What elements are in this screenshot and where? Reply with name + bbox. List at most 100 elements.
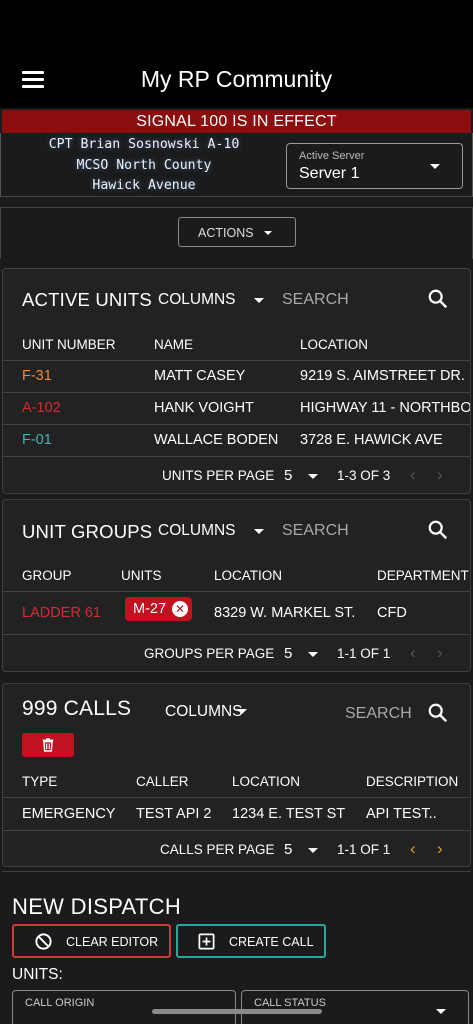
- chevron-down-icon: [430, 164, 440, 169]
- active-server-select[interactable]: Active Server Server 1: [286, 143, 463, 189]
- active-units-columns-button[interactable]: COLUMNS: [158, 291, 236, 309]
- chevron-down-icon: [436, 1009, 446, 1014]
- create-call-button[interactable]: CREATE CALL: [176, 924, 326, 958]
- officer-location: Hawick Avenue: [92, 178, 196, 194]
- unit-groups-columns-button[interactable]: COLUMNS: [158, 522, 236, 540]
- create-call-label: CREATE CALL: [229, 935, 314, 949]
- group-name: LADDER 61: [22, 605, 101, 621]
- chevron-down-icon: [308, 474, 318, 479]
- units-label: UNITS:: [12, 966, 63, 983]
- calls-per-page-select[interactable]: 5: [284, 841, 292, 858]
- call-origin-label: CALL ORIGIN: [25, 997, 95, 1009]
- column-header-location[interactable]: LOCATION: [232, 774, 300, 789]
- unit-location: HIGHWAY 11 - NORTHBO: [300, 400, 471, 416]
- next-page-icon[interactable]: ›: [437, 643, 443, 663]
- active-server-label: Active Server: [299, 150, 365, 162]
- actions-bar: ACTIONS: [0, 207, 473, 259]
- unit-name: WALLACE BODEN: [154, 432, 279, 448]
- call-origin-select[interactable]: CALL ORIGIN: [12, 990, 236, 1024]
- divider: [3, 456, 470, 457]
- unit-groups-search-input[interactable]: SEARCH: [282, 522, 349, 540]
- status-bar: [0, 0, 473, 50]
- search-icon[interactable]: [427, 702, 449, 724]
- table-row[interactable]: EMERGENCY TEST API 2 1234 E. TEST ST API…: [3, 798, 470, 830]
- call-description: API TEST..: [366, 806, 437, 822]
- app-title: My RP Community: [140, 66, 333, 92]
- unit-number: A-102: [22, 400, 61, 416]
- unit-name: MATT CASEY: [154, 368, 246, 384]
- 999-calls-card: 999 CALLS COLUMNS SEARCH TYPE CALLER LOC…: [2, 683, 471, 867]
- new-dispatch-section: NEW DISPATCH CLEAR EDITOR CREATE CALL UN…: [2, 871, 471, 1024]
- group-location: 8329 W. MARKEL ST.: [214, 605, 356, 621]
- divider: [3, 830, 470, 831]
- groups-per-page-label: GROUPS PER PAGE: [144, 646, 275, 661]
- divider: [3, 634, 470, 635]
- actions-label: ACTIONS: [198, 226, 254, 240]
- unit-location: 9219 S. AIMSTREET DR.: [300, 368, 465, 384]
- table-row[interactable]: F-31 MATT CASEY 9219 S. AIMSTREET DR.: [3, 361, 470, 392]
- chevron-down-icon: [308, 848, 318, 853]
- officer-identity: CPT Brian Sosnowski A-10 MCSO North Coun…: [29, 135, 259, 197]
- search-icon[interactable]: [427, 288, 449, 310]
- column-header-units[interactable]: UNITS: [121, 568, 162, 583]
- table-row[interactable]: LADDER 61 M-27 ✕ 8329 W. MARKEL ST. CFD: [3, 592, 470, 634]
- unit-location: 3728 E. HAWICK AVE: [300, 432, 443, 448]
- chevron-down-icon: [254, 298, 264, 303]
- unit-number: F-31: [22, 368, 52, 384]
- unit-number: F-01: [22, 432, 52, 448]
- column-header-type[interactable]: TYPE: [22, 774, 57, 789]
- 999-calls-search-input[interactable]: SEARCH: [345, 705, 412, 723]
- table-row[interactable]: A-102 HANK VOIGHT HIGHWAY 11 - NORTHBO: [3, 393, 471, 424]
- call-caller: TEST API 2: [136, 806, 212, 822]
- block-icon: [35, 933, 52, 950]
- column-header-name[interactable]: NAME: [154, 337, 193, 352]
- next-page-icon[interactable]: ›: [437, 465, 443, 485]
- calls-per-page-label: CALLS PER PAGE: [160, 842, 275, 857]
- call-type: EMERGENCY: [22, 806, 116, 822]
- group-department: CFD: [377, 605, 407, 621]
- app-bar: My RP Community: [0, 50, 473, 108]
- prev-page-icon[interactable]: ‹: [410, 465, 416, 485]
- column-header-department[interactable]: DEPARTMENT: [377, 568, 469, 583]
- column-header-unit-number[interactable]: UNIT NUMBER: [22, 337, 116, 352]
- 999-calls-title: 999 CALLS: [22, 697, 132, 720]
- column-header-caller[interactable]: CALLER: [136, 774, 189, 789]
- column-header-description[interactable]: DESCRIPTION: [366, 774, 458, 789]
- chevron-down-icon: [264, 231, 272, 235]
- active-units-title: ACTIVE UNITS: [22, 289, 152, 310]
- unit-name: HANK VOIGHT: [154, 400, 254, 416]
- unit-chip-label: M-27: [133, 601, 167, 617]
- officer-info-panel: CPT Brian Sosnowski A-10 MCSO North Coun…: [0, 133, 473, 197]
- unit-groups-card: UNIT GROUPS COLUMNS SEARCH GROUP UNITS L…: [2, 499, 471, 672]
- actions-button[interactable]: ACTIONS: [178, 217, 296, 247]
- clear-editor-button[interactable]: CLEAR EDITOR: [12, 924, 171, 958]
- search-icon[interactable]: [427, 519, 449, 541]
- unit-groups-title: UNIT GROUPS: [22, 521, 153, 542]
- unit-chip[interactable]: M-27 ✕: [125, 597, 192, 621]
- prev-page-icon[interactable]: ‹: [410, 643, 416, 663]
- chevron-down-icon: [308, 652, 318, 657]
- groups-per-page-select[interactable]: 5: [284, 645, 292, 662]
- active-server-value: Server 1: [299, 165, 360, 182]
- units-per-page-select[interactable]: 5: [284, 467, 292, 484]
- add-box-icon: [198, 933, 215, 950]
- officer-name: CPT Brian Sosnowski A-10: [48, 137, 240, 152]
- column-header-location[interactable]: LOCATION: [300, 337, 368, 352]
- next-page-icon[interactable]: ›: [437, 839, 443, 859]
- chevron-down-icon: [237, 709, 247, 714]
- 999-calls-columns-button[interactable]: COLUMNS: [165, 703, 243, 721]
- table-row[interactable]: F-01 WALLACE BODEN 3728 E. HAWICK AVE: [3, 425, 470, 456]
- active-units-card: ACTIVE UNITS COLUMNS SEARCH UNIT NUMBER …: [2, 268, 471, 494]
- remove-chip-icon[interactable]: ✕: [172, 601, 188, 617]
- call-status-label: CALL STATUS: [254, 997, 326, 1009]
- delete-calls-button[interactable]: [22, 733, 74, 757]
- officer-department: MCSO North County: [76, 157, 212, 173]
- calls-page-range: 1-1 OF 1: [337, 842, 391, 857]
- active-units-search-input[interactable]: SEARCH: [282, 291, 349, 309]
- prev-page-icon[interactable]: ‹: [410, 839, 416, 859]
- call-status-select[interactable]: CALL STATUS: [241, 990, 469, 1024]
- units-per-page-label: UNITS PER PAGE: [162, 468, 275, 483]
- column-header-group[interactable]: GROUP: [22, 568, 72, 583]
- column-header-location[interactable]: LOCATION: [214, 568, 282, 583]
- signal-banner: SIGNAL 100 IS IN EFFECT: [2, 110, 471, 133]
